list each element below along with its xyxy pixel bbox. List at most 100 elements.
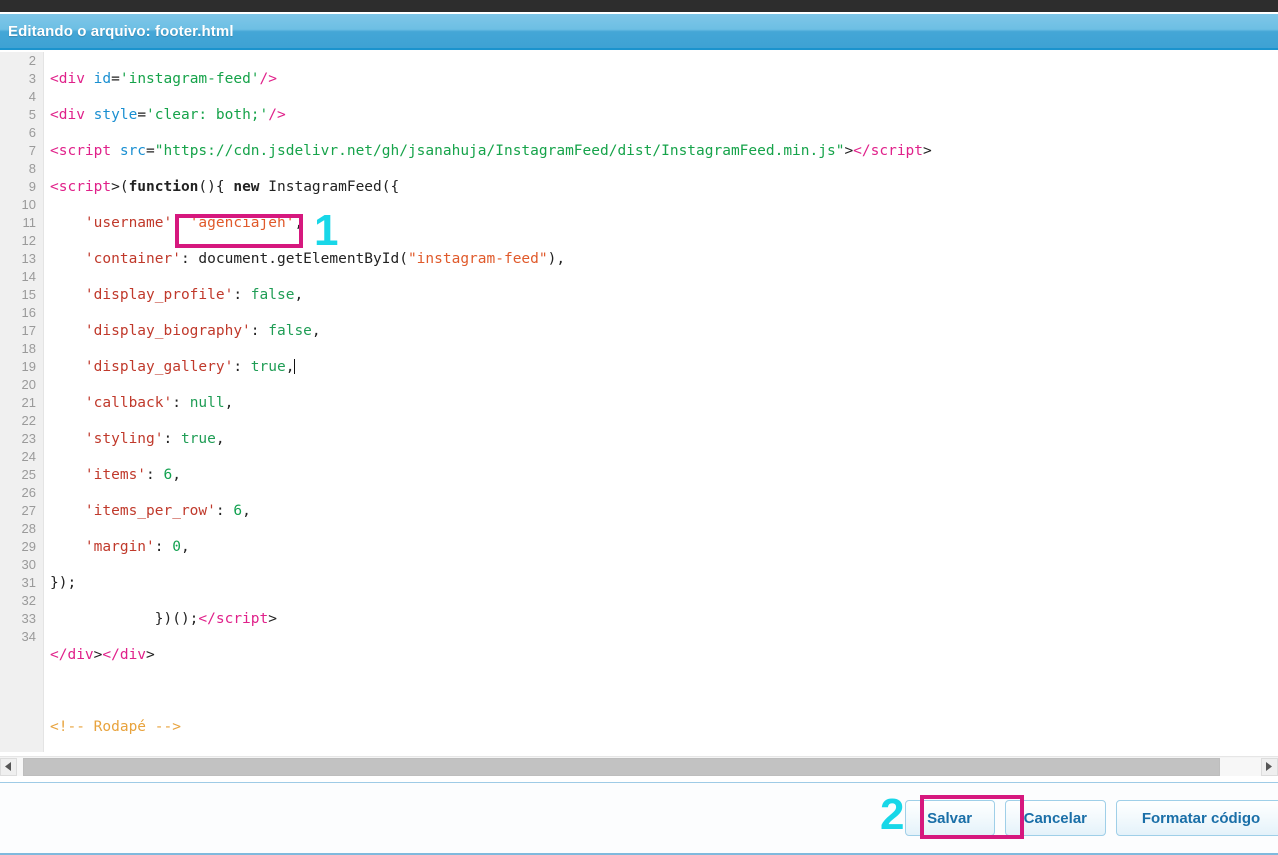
line-number: 29	[21, 539, 36, 554]
code-line-text: <div style='clear: both;'/>	[50, 107, 286, 123]
code-line-text: 'items_per_row': 6,	[50, 503, 251, 519]
line-number: 10	[21, 197, 36, 212]
code-line-text: 'callback': null,	[50, 395, 234, 411]
code-line: 3 <div id='instagram-feed'/>	[0, 70, 1278, 88]
code-line: 32	[0, 592, 1278, 610]
code-line-text: });	[50, 575, 77, 591]
highlight-box-username	[175, 214, 303, 248]
line-number: 13	[21, 251, 36, 266]
code-line: 27 'items_per_row': 6,	[0, 502, 1278, 520]
line-number: 24	[21, 449, 36, 464]
code-line: 18	[0, 340, 1278, 358]
code-line-text: 'container': document.getElementById("in…	[50, 251, 566, 267]
code-line: 30	[0, 556, 1278, 574]
code-line: 28	[0, 520, 1278, 538]
line-number: 22	[21, 413, 36, 428]
window-titlebar: Editando o arquivo: footer.html	[0, 14, 1278, 50]
code-line: 17 'display_biography': false,	[0, 322, 1278, 340]
line-number: 33	[21, 611, 36, 626]
code-line: 22	[0, 412, 1278, 430]
line-number: 15	[21, 287, 36, 302]
code-line: 15 'display_profile': false,	[0, 286, 1278, 304]
line-number: 31	[21, 575, 36, 590]
line-number: 20	[21, 377, 36, 392]
file-editor-window: Editando o arquivo: footer.html 2 3 <div i…	[0, 0, 1278, 855]
line-number: 23	[21, 431, 36, 446]
horizontal-scrollbar[interactable]	[0, 756, 1278, 776]
code-line: 8	[0, 160, 1278, 178]
line-number: 12	[21, 233, 36, 248]
scrollbar-track[interactable]	[17, 757, 1261, 776]
line-number: 28	[21, 521, 36, 536]
code-line: 29 'margin': 0,	[0, 538, 1278, 556]
code-line-text: <!-- Rodapé -->	[50, 719, 181, 735]
code-line: 19 'display_gallery': true,	[0, 358, 1278, 376]
code-line: </div></div>	[0, 646, 1278, 664]
line-number: 6	[28, 125, 36, 140]
code-line-text: })();</script>	[50, 611, 277, 627]
code-line-text: 'display_profile': false,	[50, 287, 304, 303]
annotation-step-1: 1	[314, 206, 339, 255]
code-line-text: 'display_biography': false,	[50, 323, 321, 339]
code-line: 10	[0, 196, 1278, 214]
code-line: <!-- Rodapé -->	[0, 718, 1278, 736]
format-code-button[interactable]: Formatar código	[1116, 800, 1278, 836]
annotation-step-2: 2	[880, 790, 905, 839]
code-line: 23 'styling': true,	[0, 430, 1278, 448]
line-number: 27	[21, 503, 36, 518]
code-line-text: <div id='instagram-feed'/>	[50, 71, 278, 87]
line-number: 34	[21, 629, 36, 644]
code-line: 7 <script src="https://cdn.jsdelivr.net/g…	[0, 142, 1278, 160]
highlight-box-salvar	[920, 795, 1024, 839]
line-number: 25	[21, 467, 36, 482]
code-line-text: </div></div>	[50, 647, 155, 663]
code-line: 31});	[0, 574, 1278, 592]
line-number: 2	[28, 53, 36, 68]
code-line-text: 'styling': true,	[50, 431, 225, 447]
code-line-text: 'display_gallery': true,	[50, 359, 296, 375]
line-number: 21	[21, 395, 36, 410]
code-line: 9 <script>(function(){ new InstagramFeed(…	[0, 178, 1278, 196]
code-line: 4	[0, 88, 1278, 106]
code-line: 6	[0, 124, 1278, 142]
line-number: 26	[21, 485, 36, 500]
code-line: 16	[0, 304, 1278, 322]
scroll-left-arrow-icon[interactable]	[0, 757, 17, 776]
line-number: 3	[28, 71, 36, 86]
code-line: 25 'items': 6,	[0, 466, 1278, 484]
code-line-text: <script>(function(){ new InstagramFeed({	[50, 179, 400, 195]
code-line: 5 <div style='clear: both;'/>	[0, 106, 1278, 124]
code-line: 26	[0, 484, 1278, 502]
line-number: 11	[22, 215, 37, 230]
code-line: 34	[0, 628, 1278, 646]
top-dark-strip	[0, 0, 1278, 12]
editor-footer-toolbar: Salvar Cancelar Formatar código	[0, 782, 1278, 855]
code-line-text: 'items': 6,	[50, 467, 181, 483]
line-number: 19	[21, 359, 36, 374]
line-number: 18	[21, 341, 36, 356]
code-line-text: 'margin': 0,	[50, 539, 190, 555]
line-number: 4	[28, 89, 36, 104]
line-number: 8	[28, 161, 36, 176]
line-number: 17	[21, 323, 36, 338]
line-number: 5	[28, 107, 36, 122]
code-content[interactable]: 2 3 <div id='instagram-feed'/> 4 5 <div style…	[0, 52, 1278, 752]
code-line: 2	[0, 52, 1278, 70]
page-title: Editando o arquivo: footer.html	[8, 22, 234, 40]
line-number: 9	[28, 179, 36, 194]
code-editor[interactable]: 2 3 <div id='instagram-feed'/> 4 5 <div style…	[0, 52, 1278, 752]
line-number: 7	[28, 143, 36, 158]
text-cursor	[294, 359, 296, 374]
code-line: 24	[0, 448, 1278, 466]
line-number: 14	[21, 269, 36, 284]
line-number: 30	[21, 557, 36, 572]
code-line-text: <script src="https://cdn.jsdelivr.net/gh…	[50, 143, 932, 159]
line-number: 32	[21, 593, 36, 608]
code-line: 14	[0, 268, 1278, 286]
scrollbar-thumb[interactable]	[23, 757, 1220, 776]
scroll-right-arrow-icon[interactable]	[1261, 757, 1278, 776]
